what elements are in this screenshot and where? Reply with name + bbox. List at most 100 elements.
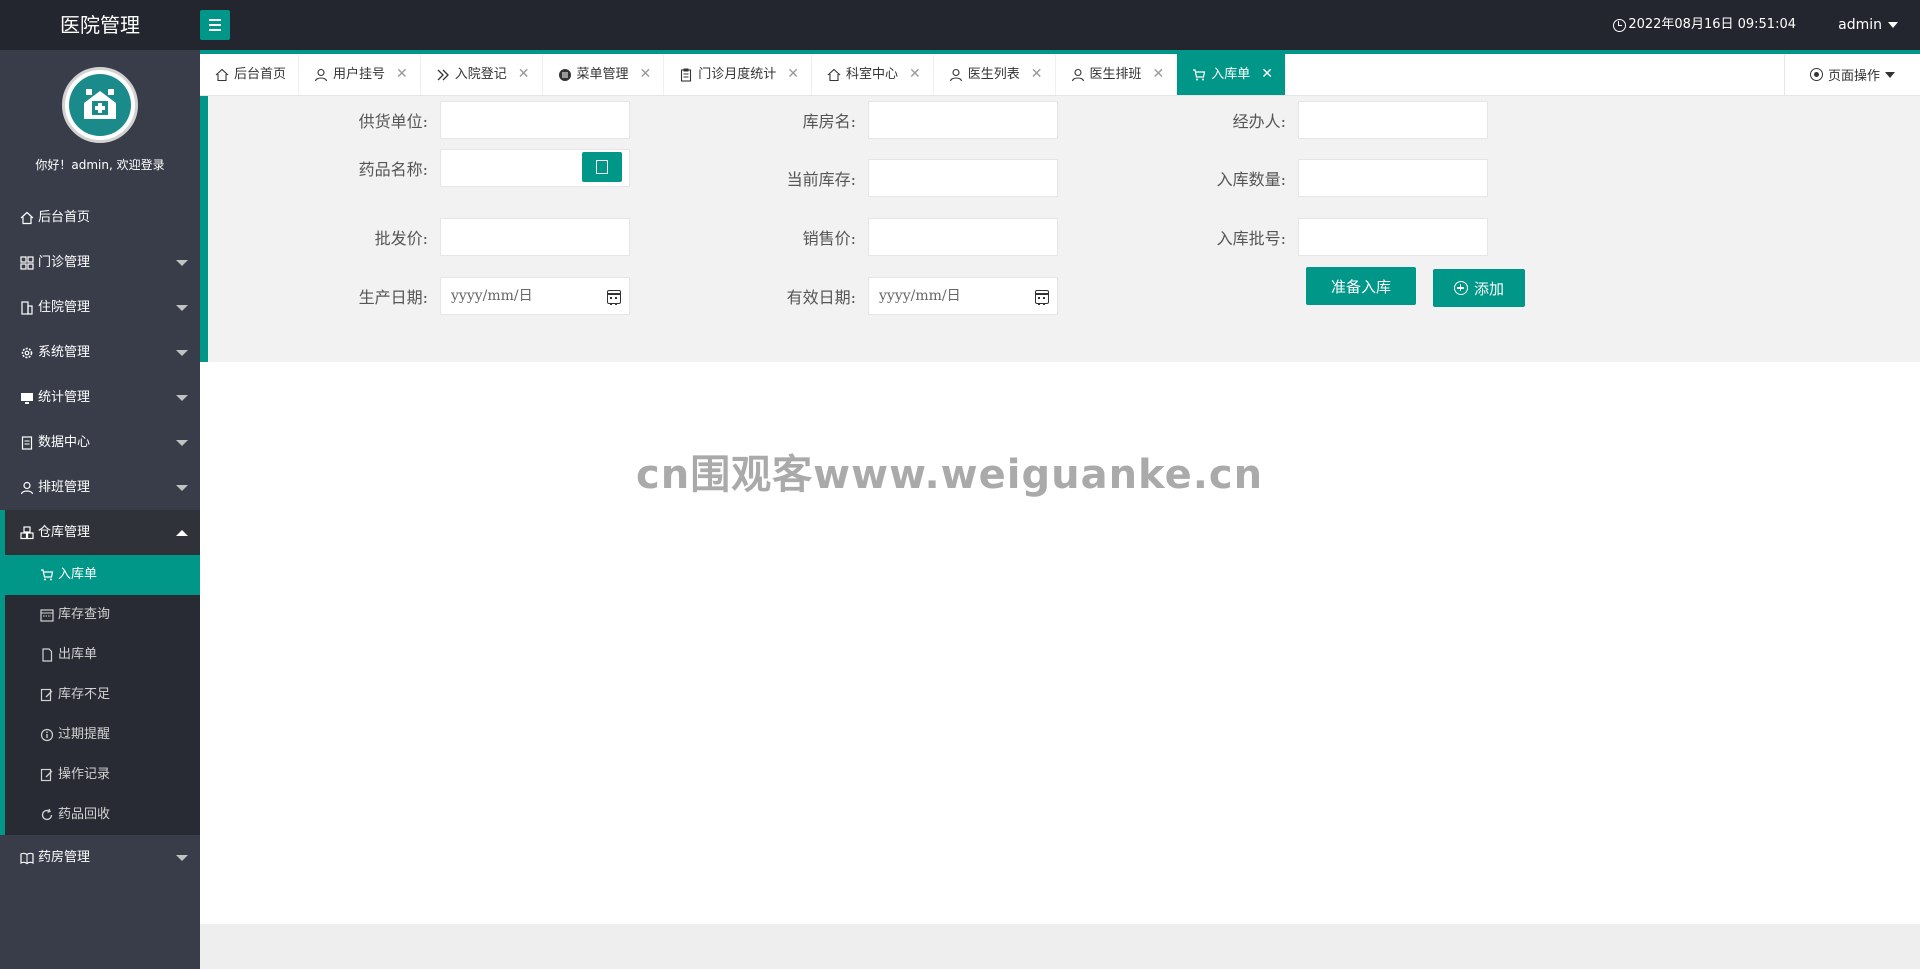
plus-circle-icon — [1453, 281, 1468, 295]
sidebar-subitem-stock-out[interactable]: 出库单 — [5, 635, 200, 675]
username: admin — [1838, 17, 1882, 33]
user-menu[interactable]: admin — [1838, 0, 1898, 50]
edit-icon — [40, 688, 54, 702]
in-quantity-field[interactable] — [1298, 159, 1488, 197]
home-icon — [215, 68, 229, 82]
sidebar-subitem-label: 入库单 — [58, 567, 98, 582]
close-icon[interactable]: ✕ — [1153, 54, 1165, 95]
home-icon — [827, 68, 841, 82]
sidebar-item-system[interactable]: 系统管理 — [0, 330, 200, 375]
tab-home[interactable]: 后台首页 — [200, 54, 300, 95]
sidebar-item-label: 统计管理 — [38, 390, 91, 405]
sidebar-item-data-center[interactable]: 数据中心 — [0, 420, 200, 465]
tab-admission[interactable]: 入院登记 ✕ — [421, 54, 543, 95]
info-icon — [40, 728, 54, 742]
handler-field[interactable] — [1298, 101, 1488, 139]
sidebar-item-scheduling[interactable]: 排班管理 — [0, 465, 200, 510]
close-icon[interactable]: ✕ — [909, 54, 921, 95]
sidebar-subitem-stock-shortage[interactable]: 库存不足 — [5, 675, 200, 715]
drug-picker-button[interactable] — [582, 152, 622, 182]
sidebar-item-warehouse[interactable]: 仓库管理 — [0, 510, 200, 555]
tab-doctor-list[interactable]: 医生列表 ✕ — [934, 54, 1056, 95]
warehouse-input[interactable] — [869, 102, 1057, 138]
tab-registration[interactable]: 用户挂号 ✕ — [299, 54, 421, 95]
prepare-stock-in-label: 准备入库 — [1330, 277, 1391, 296]
add-button[interactable]: 添加 — [1433, 269, 1525, 307]
chevron-down-icon — [176, 260, 188, 266]
watermark-text: cn围观客www.weiguanke.cn — [636, 452, 1264, 498]
prepare-stock-in-button[interactable]: 准备入库 — [1306, 267, 1416, 305]
production-date-field[interactable] — [440, 277, 630, 315]
close-icon[interactable]: ✕ — [787, 54, 799, 95]
production-date-input[interactable] — [441, 278, 629, 314]
close-icon[interactable]: ✕ — [1261, 54, 1273, 95]
sidebar-subitem-label: 出库单 — [58, 647, 98, 662]
current-stock-field[interactable] — [868, 159, 1058, 197]
supplier-field[interactable] — [440, 101, 630, 139]
sale-price-input[interactable] — [869, 219, 1057, 255]
current-stock-input[interactable] — [869, 160, 1057, 196]
close-icon[interactable]: ✕ — [1031, 54, 1043, 95]
sidebar-item-home[interactable]: 后台首页 — [0, 195, 200, 240]
menu-toggle-button[interactable] — [200, 10, 230, 40]
tab-bar: 后台首页 用户挂号 ✕ 入院登记 ✕ 菜单管理 ✕ 门诊月度统计 ✕ 科室中心 … — [200, 50, 1920, 96]
tab-monthly-stats[interactable]: 门诊月度统计 ✕ — [664, 54, 813, 95]
sidebar-subitem-label: 过期提醒 — [58, 727, 111, 742]
sale-price-field[interactable] — [868, 218, 1058, 256]
cart-icon — [40, 568, 54, 582]
expiry-date-label: 有效日期: — [786, 288, 856, 307]
current-stock-label: 当前库存: — [786, 170, 856, 189]
welcome-text: 你好！admin, 欢迎登录 — [35, 158, 165, 172]
sidebar-item-pharmacy[interactable]: 药房管理 — [0, 835, 200, 880]
wholesale-price-field[interactable] — [440, 218, 630, 256]
handler-label: 经办人: — [1232, 112, 1286, 131]
close-icon[interactable]: ✕ — [518, 54, 530, 95]
batch-number-label: 入库批号: — [1216, 229, 1286, 248]
sidebar-item-outpatient[interactable]: 门诊管理 — [0, 240, 200, 285]
chevron-down-icon — [176, 440, 188, 446]
calendar-icon — [40, 608, 54, 622]
wholesale-price-input[interactable] — [441, 219, 629, 255]
sidebar-subitem-stock-in[interactable]: 入库单 — [0, 555, 200, 595]
in-quantity-input[interactable] — [1299, 160, 1487, 196]
stock-in-form: 供货单位: 库房名: 经办人: 药品名称: 当前库存: 入库数量: 批发价: 销… — [200, 96, 1920, 362]
calendar-icon[interactable] — [607, 290, 621, 305]
footer-bar — [200, 924, 1920, 969]
warehouse-submenu: 入库单 库存查询 出库单 库存不足 过期提醒 操作记录 药品回收 — [0, 555, 200, 835]
expiry-date-input[interactable] — [869, 278, 1057, 314]
tab-label: 入库单 — [1211, 67, 1251, 82]
hamburger-icon — [209, 19, 221, 21]
handler-input[interactable] — [1299, 102, 1487, 138]
document-icon — [20, 435, 34, 450]
close-icon[interactable]: ✕ — [396, 54, 408, 95]
close-icon[interactable]: ✕ — [640, 54, 652, 95]
page-operations-dropdown[interactable]: 页面操作 — [1784, 54, 1920, 95]
sidebar-subitem-stock-query[interactable]: 库存查询 — [5, 595, 200, 635]
sidebar-subitem-drug-recall[interactable]: 药品回收 — [5, 795, 200, 835]
warehouse-label: 库房名: — [802, 112, 856, 131]
sidebar-subitem-expiry-alert[interactable]: 过期提醒 — [5, 715, 200, 755]
warehouse-field[interactable] — [868, 101, 1058, 139]
batch-number-field[interactable] — [1298, 218, 1488, 256]
boxes-icon — [20, 525, 34, 540]
sidebar-subitem-operation-log[interactable]: 操作记录 — [5, 755, 200, 795]
tab-department-center[interactable]: 科室中心 ✕ — [812, 54, 934, 95]
sidebar-item-statistics[interactable]: 统计管理 — [0, 375, 200, 420]
supplier-input[interactable] — [441, 102, 629, 138]
edit-icon — [40, 768, 54, 782]
user-icon — [1071, 68, 1085, 82]
tab-stock-in[interactable]: 入库单 ✕ — [1177, 54, 1287, 95]
sidebar-item-inpatient[interactable]: 住院管理 — [0, 285, 200, 330]
add-button-label: 添加 — [1473, 279, 1504, 298]
main-content: cn围观客www.weiguanke.cn — [200, 362, 1920, 924]
tab-menu-management[interactable]: 菜单管理 ✕ — [543, 54, 665, 95]
sidebar-item-label: 数据中心 — [38, 435, 91, 450]
user-icon — [949, 68, 963, 82]
expiry-date-field[interactable] — [868, 277, 1058, 315]
book-icon — [20, 851, 34, 865]
page-operations-label: 页面操作 — [1827, 69, 1880, 84]
batch-number-input[interactable] — [1299, 219, 1487, 255]
tab-doctor-schedule[interactable]: 医生排班 ✕ — [1056, 54, 1178, 95]
calendar-icon[interactable] — [1035, 290, 1049, 305]
gear-icon — [20, 346, 34, 360]
